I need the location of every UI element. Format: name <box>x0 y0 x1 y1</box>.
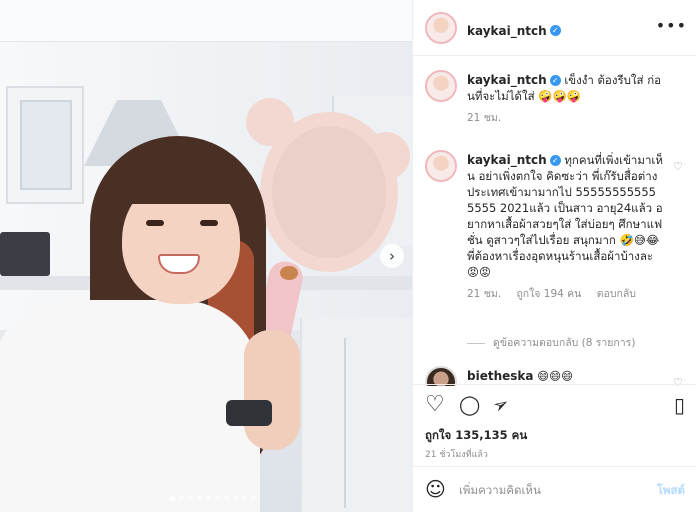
avatar[interactable] <box>425 70 457 102</box>
comment: kaykai_ntch ✓ ทุกคนที่เพิ่งเข้ามาเห็น อย่… <box>425 150 687 340</box>
emoji-icon[interactable]: ☺ <box>425 477 446 501</box>
carousel-dot <box>188 496 193 501</box>
bear-pan-inner <box>272 126 386 258</box>
comment-text: ทุกคนที่เพิ่งเข้ามาเห็น อย่าเพิ่งตกใจ คิ… <box>467 153 663 279</box>
post-button[interactable]: โพสต์ <box>657 482 685 500</box>
verified-badge-icon: ✓ <box>549 75 561 86</box>
share-icon[interactable]: ➢ <box>488 391 514 420</box>
post-time[interactable]: 21 ชั่วโมงที่แล้ว <box>425 447 488 461</box>
post-photo[interactable]: › <box>0 0 412 512</box>
comment-text: 😄😄😄 <box>537 369 574 383</box>
comment-username[interactable]: bietheska <box>467 369 533 383</box>
avatar[interactable] <box>425 366 457 386</box>
post-side-panel: kaykai_ntch ✓ ••• kaykai_ntch ✓ เข็งงำ ต้อ… <box>412 0 696 512</box>
comment-time[interactable]: 21 ชม. <box>467 112 501 124</box>
comment-username[interactable]: kaykai_ntch <box>467 153 547 167</box>
bear-emblem <box>280 266 298 280</box>
carousel-dot <box>197 496 202 501</box>
avatar[interactable] <box>425 150 457 182</box>
avatar[interactable] <box>425 12 457 44</box>
bear-pan-ear <box>246 98 294 146</box>
more-options-icon[interactable]: ••• <box>656 16 687 35</box>
comment-like-icon[interactable]: ♡ <box>673 160 683 173</box>
post-header: kaykai_ntch ✓ ••• <box>413 0 696 56</box>
view-replies-button[interactable]: ดูข้อความตอบกลับ (8 รายการ) <box>467 334 687 351</box>
comment-likes[interactable]: ถูกใจ 194 คน <box>516 288 581 300</box>
carousel-dot <box>215 496 220 501</box>
microwave <box>0 232 50 276</box>
view-replies-label: ดูข้อความตอบกลับ (8 รายการ) <box>493 337 636 349</box>
comment-input[interactable] <box>459 479 639 501</box>
heart-icon[interactable]: ♡ <box>425 393 445 417</box>
carousel-dot <box>251 496 256 501</box>
carousel-dot <box>206 496 211 501</box>
kitchen-cabinet <box>6 86 84 204</box>
bookmark-icon[interactable]: ▯ <box>674 393 685 417</box>
ceiling <box>0 0 412 42</box>
carousel-dot <box>242 496 247 501</box>
comment-icon[interactable]: ◯ <box>459 393 480 417</box>
caption: kaykai_ntch ✓ เข็งงำ ต้องรีบใส่ ก่อนที่จะ… <box>425 70 687 140</box>
person-bangs <box>112 146 254 204</box>
post-actions: ♡ ◯ ➢ ▯ ถูกใจ 135,135 คน 21 ชั่วโมงที่แล… <box>413 384 696 466</box>
wristwatch <box>226 400 272 426</box>
chevron-right-icon: › <box>389 247 395 265</box>
next-slide-button[interactable]: › <box>380 244 404 268</box>
person-eye <box>200 220 218 226</box>
person-body <box>0 300 260 512</box>
reply-button[interactable]: ตอบกลับ <box>597 288 636 300</box>
verified-badge-icon: ✓ <box>549 25 561 36</box>
comment-username[interactable]: kaykai_ntch <box>467 73 547 87</box>
carousel-dot <box>170 496 175 501</box>
carousel-dot <box>179 496 184 501</box>
carousel-dot <box>233 496 238 501</box>
lower-cabinet <box>300 318 412 512</box>
header-username[interactable]: kaykai_ntch <box>467 24 547 38</box>
likes-count[interactable]: ถูกใจ 135,135 คน <box>425 427 527 445</box>
verified-badge-icon: ✓ <box>549 155 561 166</box>
comment-time[interactable]: 21 ชม. <box>467 288 501 300</box>
carousel-dot <box>224 496 229 501</box>
add-comment-bar: ☺ โพสต์ <box>413 466 696 512</box>
person-arm <box>244 330 300 450</box>
person-eye <box>146 220 164 226</box>
carousel-dots <box>170 496 256 501</box>
comment: bietheska 😄😄😄 ♡ <box>425 366 687 386</box>
